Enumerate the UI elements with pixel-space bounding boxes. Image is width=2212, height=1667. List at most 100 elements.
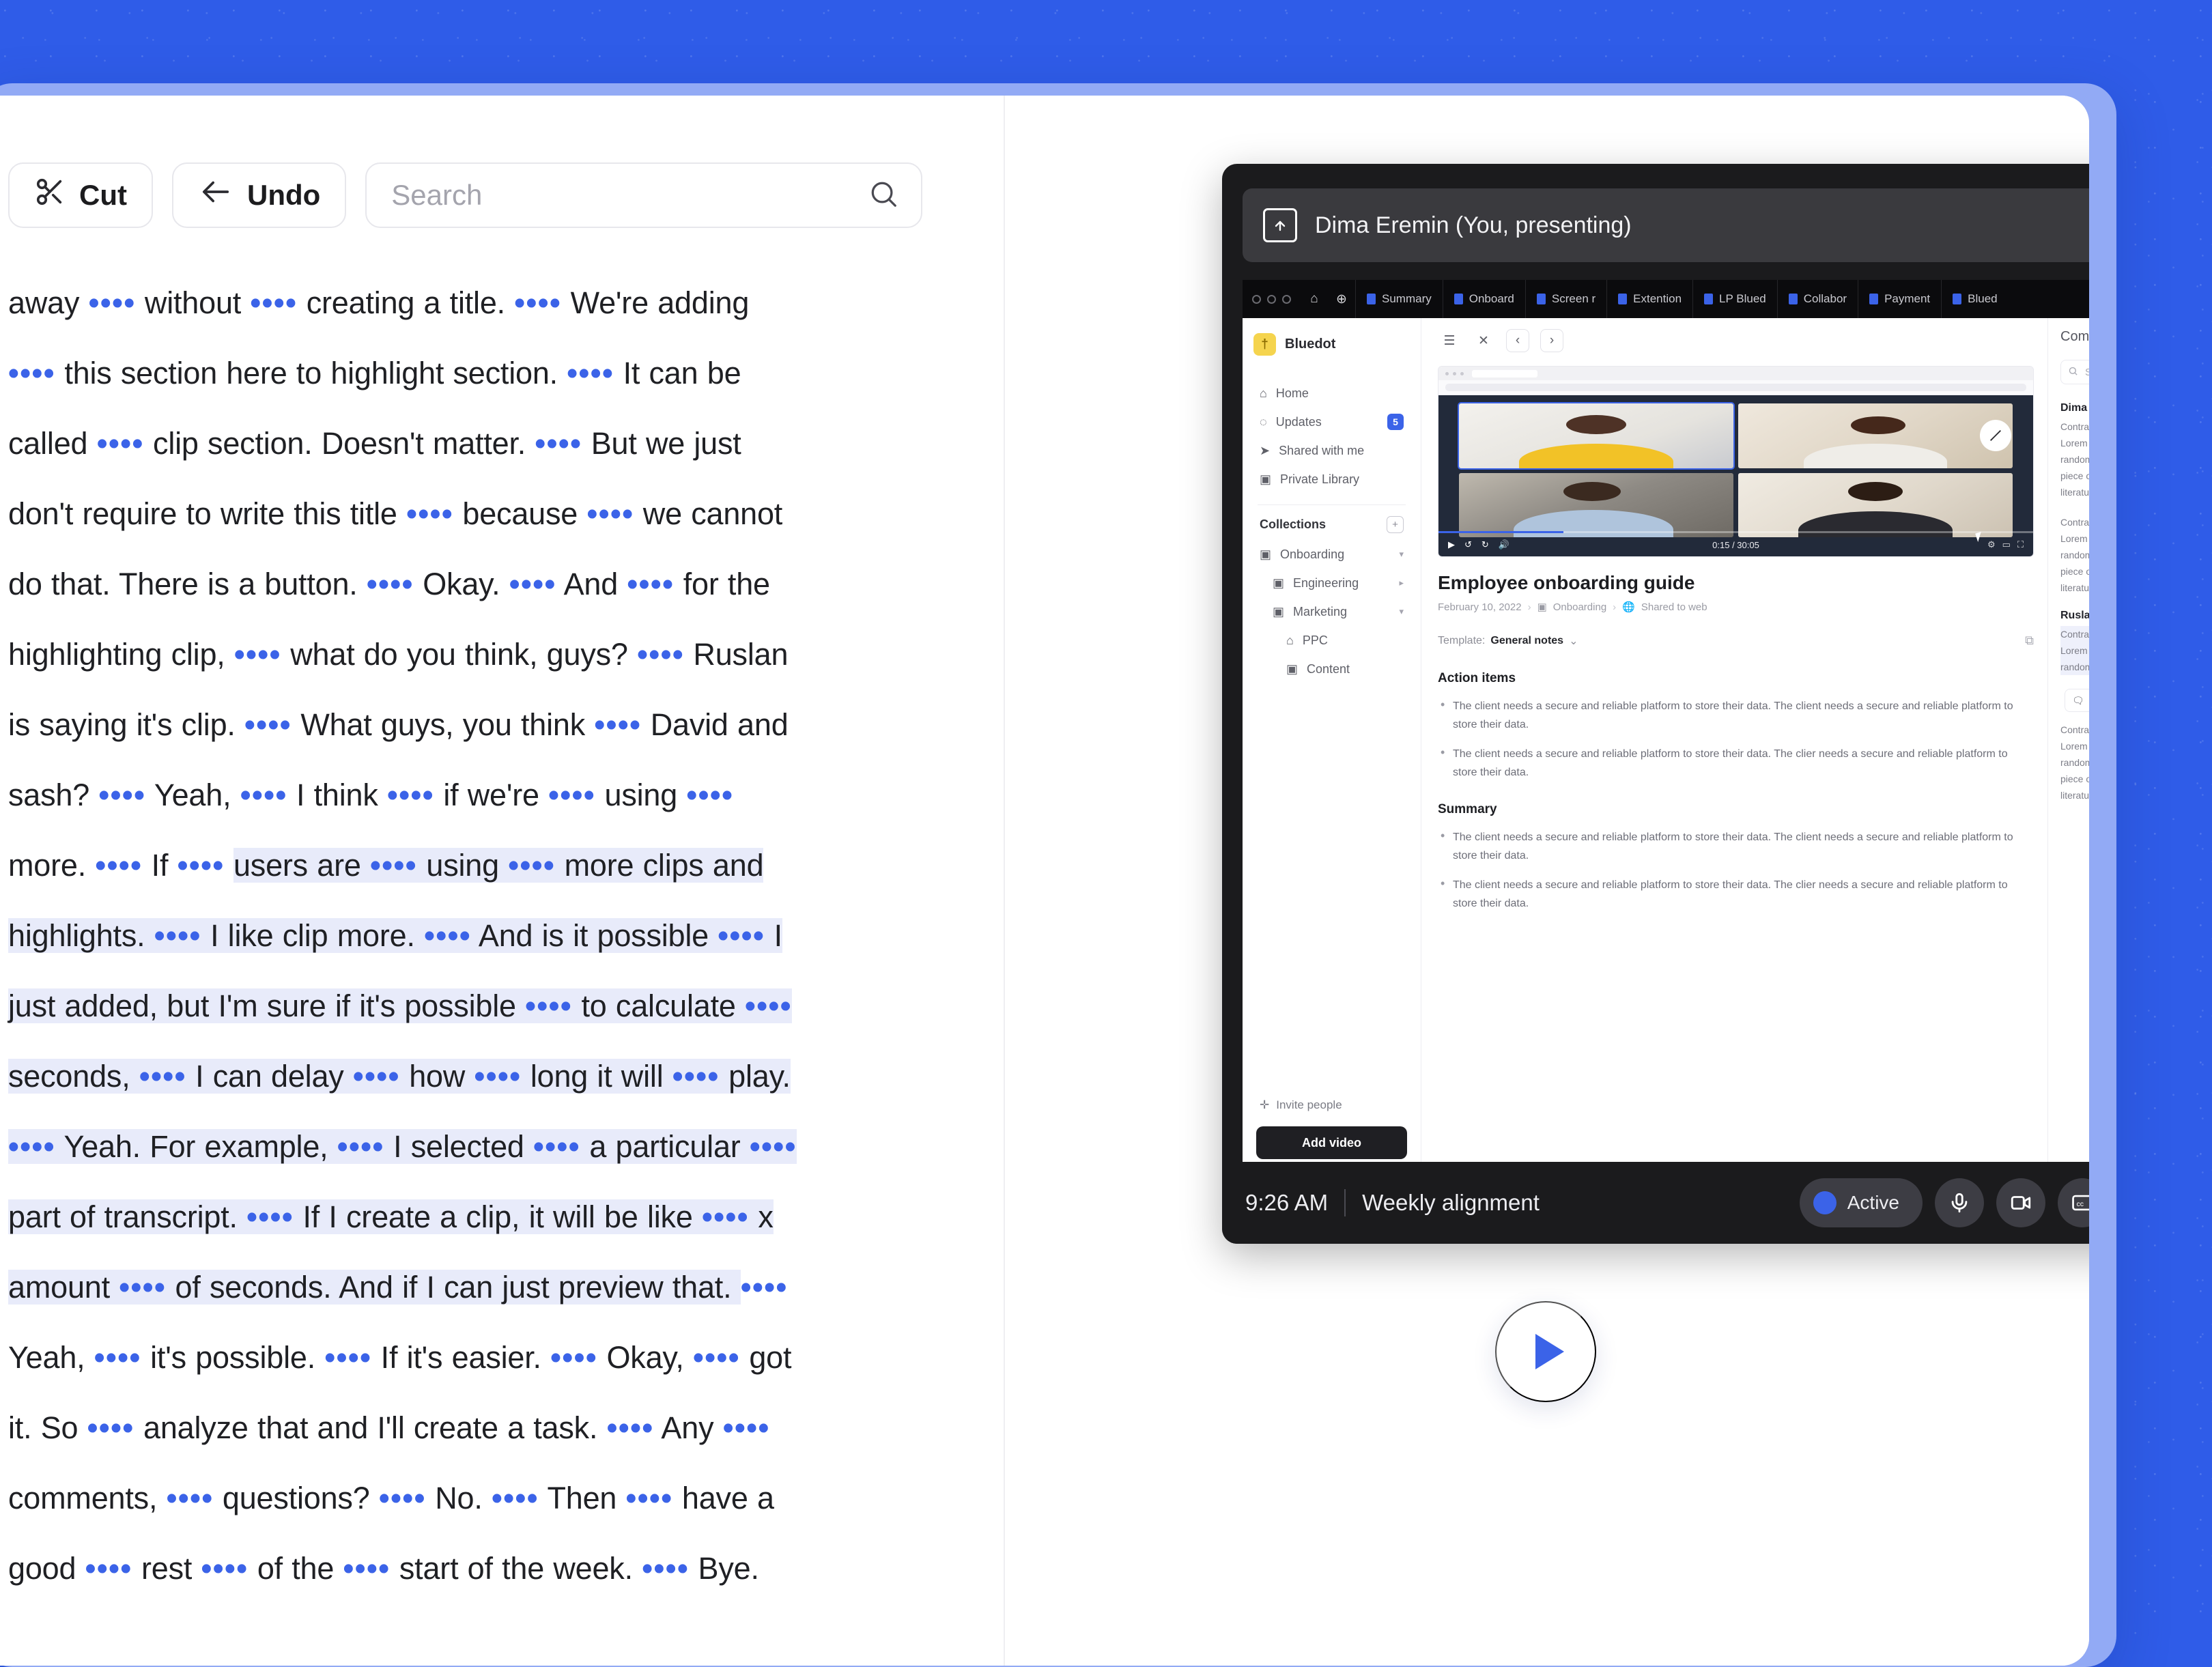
- transcript-gap-marker: ••••: [178, 848, 225, 883]
- sidebar-item-private-library[interactable]: ▣Private Library: [1253, 465, 1410, 494]
- transcript-segment: good: [8, 1551, 85, 1586]
- forward-icon[interactable]: ↻: [1481, 539, 1489, 550]
- browser-tabs[interactable]: SummaryOnboardScreen rExtentionLP BluedC…: [1355, 280, 2009, 318]
- browser-tab[interactable]: LP Blued: [1692, 280, 1777, 318]
- close-icon[interactable]: ✕: [1472, 329, 1495, 352]
- camera-button[interactable]: [1996, 1178, 2045, 1227]
- invite-people-button[interactable]: ✛ Invite people: [1253, 1091, 1410, 1120]
- transcript-text[interactable]: away •••• without •••• creating a title.…: [0, 228, 956, 1604]
- collection-item-engineering[interactable]: ▣Engineering▸: [1253, 569, 1410, 597]
- home-icon: ⌂: [1260, 386, 1267, 401]
- document-date: February 10, 2022: [1438, 601, 1522, 613]
- browser-tab[interactable]: Collabor: [1777, 280, 1858, 318]
- volume-icon[interactable]: 🔊: [1499, 539, 1509, 550]
- transcript-gap-marker: ••••: [324, 1340, 371, 1375]
- sidebar-toggle-icon[interactable]: ☰: [1438, 329, 1461, 352]
- comment-reply-button[interactable]: 🗨Comment: [2065, 689, 2089, 712]
- comment-text: Contrary to popular belief, Lorem Ipsum …: [2060, 722, 2089, 803]
- sidebar-divider: [1258, 504, 1406, 505]
- window-controls[interactable]: [1248, 295, 1301, 304]
- collection-item-content[interactable]: ▣Content: [1253, 655, 1410, 683]
- participant-tile[interactable]: [1738, 403, 2013, 468]
- cut-button[interactable]: Cut: [8, 162, 153, 228]
- transcript-gap-marker: ••••: [353, 1059, 400, 1094]
- scissors-icon: [34, 176, 66, 214]
- transcript-pane: Cut Undo away •••• without •••: [0, 96, 1005, 1666]
- next-icon[interactable]: ›: [1540, 329, 1563, 352]
- browser-tab-bar: ⌂ ⊕ SummaryOnboardScreen rExtentionLP Bl…: [1243, 280, 2089, 318]
- mic-button[interactable]: [1935, 1178, 1984, 1227]
- globe-icon[interactable]: ⊕: [1328, 291, 1355, 307]
- transcript-gap-marker: ••••: [234, 637, 281, 672]
- transcript-gap-marker: ••••: [8, 356, 55, 390]
- transcript-segment: comments,: [8, 1481, 167, 1515]
- browser-tab[interactable]: Extention: [1606, 280, 1692, 318]
- transcript-segment: long it will: [522, 1059, 672, 1094]
- fullscreen-icon[interactable]: ⛶: [2017, 539, 2024, 550]
- comment-text: Contrary to popular belief, Lorem Ipsum …: [2060, 514, 2089, 596]
- status-badge[interactable]: Active: [1800, 1178, 1923, 1227]
- template-selector[interactable]: Template: General notes ⌄: [1438, 634, 1578, 648]
- collection-item-marketing[interactable]: ▣Marketing▾: [1253, 597, 1410, 626]
- transcript-gap-marker: ••••: [89, 285, 136, 320]
- transcript-gap-marker: ••••: [594, 707, 641, 742]
- comment-text: Contrary to popular belief, Lorem Ipsum …: [2060, 626, 2089, 675]
- copy-icon[interactable]: ⧉: [2025, 633, 2034, 648]
- browser-tab[interactable]: Blued: [1941, 280, 2008, 318]
- transcript-segment: rest: [132, 1551, 201, 1586]
- browser-tab[interactable]: Payment: [1858, 280, 1941, 318]
- video-embed[interactable]: ▶ ↺ ↻ 🔊 0:15 / 30:05 ⚙ ▭ ⛶: [1438, 366, 2034, 557]
- transcript-segment: questions?: [214, 1481, 379, 1515]
- tab-favicon-icon: [1789, 294, 1798, 304]
- video-time: 0:15 / 30:05: [1712, 540, 1759, 550]
- add-collection-icon[interactable]: +: [1387, 516, 1404, 533]
- bluedot-brand[interactable]: † Bluedot: [1253, 333, 1410, 356]
- tab-favicon-icon: [1618, 294, 1627, 304]
- transcript-line: •••• Yeah. For example, •••• I selected …: [8, 1111, 942, 1182]
- participant-tile[interactable]: [1738, 473, 2013, 538]
- embedded-video[interactable]: ▶ ↺ ↻ 🔊 0:15 / 30:05 ⚙ ▭ ⛶: [1438, 395, 2033, 556]
- search-icon: [2068, 366, 2078, 379]
- sidebar-nav: ⌂Home◌Updates5➤Shared with me▣Private Li…: [1253, 379, 1410, 494]
- chevron-icon[interactable]: ▸: [1399, 578, 1404, 588]
- undo-button[interactable]: Undo: [172, 162, 346, 228]
- chevron-icon[interactable]: ▾: [1399, 549, 1404, 560]
- settings-icon[interactable]: ⚙: [1987, 539, 1996, 550]
- rewind-icon[interactable]: ↺: [1464, 539, 1472, 550]
- search-input[interactable]: [391, 179, 868, 212]
- collection-item-ppc[interactable]: ⌂PPC: [1253, 626, 1410, 655]
- participant-tile[interactable]: [1459, 473, 1733, 538]
- transcript-line: do that. There is a button. •••• Okay. •…: [8, 549, 942, 619]
- play-clip-button[interactable]: [1495, 1301, 1596, 1402]
- captions-button[interactable]: cc: [2058, 1178, 2089, 1227]
- browser-tab-label: Payment: [1884, 292, 1930, 306]
- participant-tile[interactable]: [1459, 403, 1733, 468]
- home-icon[interactable]: ⌂: [1301, 291, 1328, 307]
- sidebar-item-home[interactable]: ⌂Home: [1253, 379, 1410, 408]
- collection-item-onboarding[interactable]: ▣Onboarding▾: [1253, 540, 1410, 569]
- status-label: Active: [1847, 1192, 1899, 1214]
- transcript-gap-marker: ••••: [95, 848, 142, 883]
- play-icon[interactable]: ▶: [1448, 539, 1455, 550]
- pip-icon[interactable]: ▭: [2002, 539, 2011, 550]
- add-video-button[interactable]: Add video: [1256, 1126, 1407, 1159]
- chevron-icon[interactable]: ▾: [1399, 606, 1404, 617]
- sidebar-item-updates[interactable]: ◌Updates5: [1253, 408, 1410, 436]
- transcript-gap-marker: ••••: [406, 496, 453, 531]
- transcript-segment: Bye.: [689, 1551, 759, 1586]
- sidebar-item-shared-with-me[interactable]: ➤Shared with me: [1253, 436, 1410, 465]
- search-field[interactable]: [365, 162, 922, 228]
- undo-label: Undo: [247, 179, 320, 212]
- comments-title: Comments: [2060, 329, 2089, 345]
- meeting-info: 9:26 AM Weekly alignment: [1245, 1189, 1540, 1216]
- embed-window-bar: [1438, 367, 2033, 380]
- transcript-segment: of seconds. And if I can just preview th…: [166, 1270, 740, 1305]
- browser-tab[interactable]: Onboard: [1443, 280, 1525, 318]
- browser-tab[interactable]: Summary: [1355, 280, 1443, 318]
- participant-grid: [1459, 403, 2013, 537]
- cut-label: Cut: [79, 179, 127, 212]
- browser-tab[interactable]: Screen r: [1525, 280, 1606, 318]
- comments-search[interactable]: Search: [2060, 360, 2089, 384]
- bullet-item: The client needs a secure and reliable p…: [1438, 745, 2034, 782]
- prev-icon[interactable]: ‹: [1506, 329, 1529, 352]
